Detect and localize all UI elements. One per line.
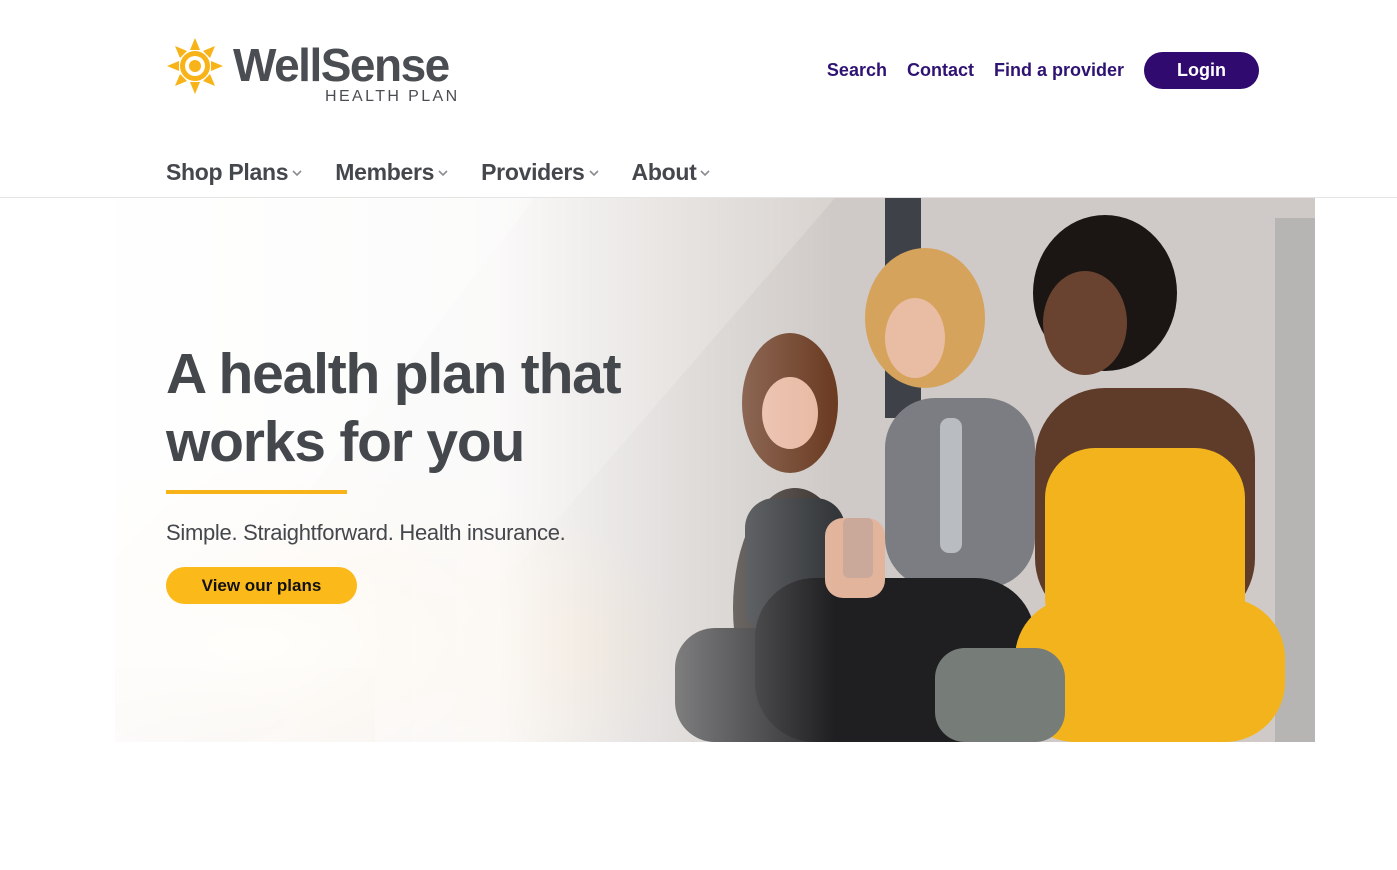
- main-nav: Shop Plans Members Providers About: [166, 154, 743, 190]
- utility-nav: Search Contact Find a provider Login: [827, 52, 1259, 89]
- nav-item-providers[interactable]: Providers: [481, 159, 599, 186]
- hero-title-line-1: A health plan that: [166, 342, 622, 406]
- hero-content: A health plan that works for you Simple.…: [166, 340, 686, 604]
- chevron-down-icon: [700, 170, 711, 177]
- hero-title: A health plan that works for you: [166, 340, 686, 476]
- find-a-provider-link[interactable]: Find a provider: [994, 60, 1124, 81]
- sun-logo-icon: [167, 38, 223, 94]
- nav-item-label: About: [631, 158, 697, 185]
- nav-item-label: Providers: [481, 158, 585, 185]
- logo-wordmark: WellSense: [233, 39, 450, 91]
- login-button[interactable]: Login: [1144, 52, 1259, 89]
- chevron-down-icon: [588, 170, 599, 177]
- nav-item-members[interactable]: Members: [335, 159, 449, 186]
- search-link[interactable]: Search: [827, 60, 887, 81]
- nav-item-label: Members: [335, 158, 435, 185]
- site-header: WellSense HEALTH PLAN Search Contact Fin…: [0, 0, 1397, 198]
- wellsense-logo[interactable]: WellSense HEALTH PLAN: [165, 34, 465, 110]
- chevron-down-icon: [438, 170, 448, 177]
- chevron-down-icon: [292, 170, 302, 177]
- hero-subtitle: Simple. Straightforward. Health insuranc…: [166, 520, 566, 545]
- view-our-plans-button[interactable]: View our plans: [166, 567, 357, 604]
- nav-item-about[interactable]: About: [632, 159, 712, 186]
- logo-tagline: HEALTH PLAN: [325, 88, 460, 105]
- contact-link[interactable]: Contact: [907, 60, 974, 81]
- title-accent-bar: [166, 490, 347, 494]
- nav-item-label: Shop Plans: [166, 158, 289, 185]
- hero-title-line-2: works for you: [166, 410, 525, 474]
- nav-item-shop-plans[interactable]: Shop Plans: [166, 159, 303, 186]
